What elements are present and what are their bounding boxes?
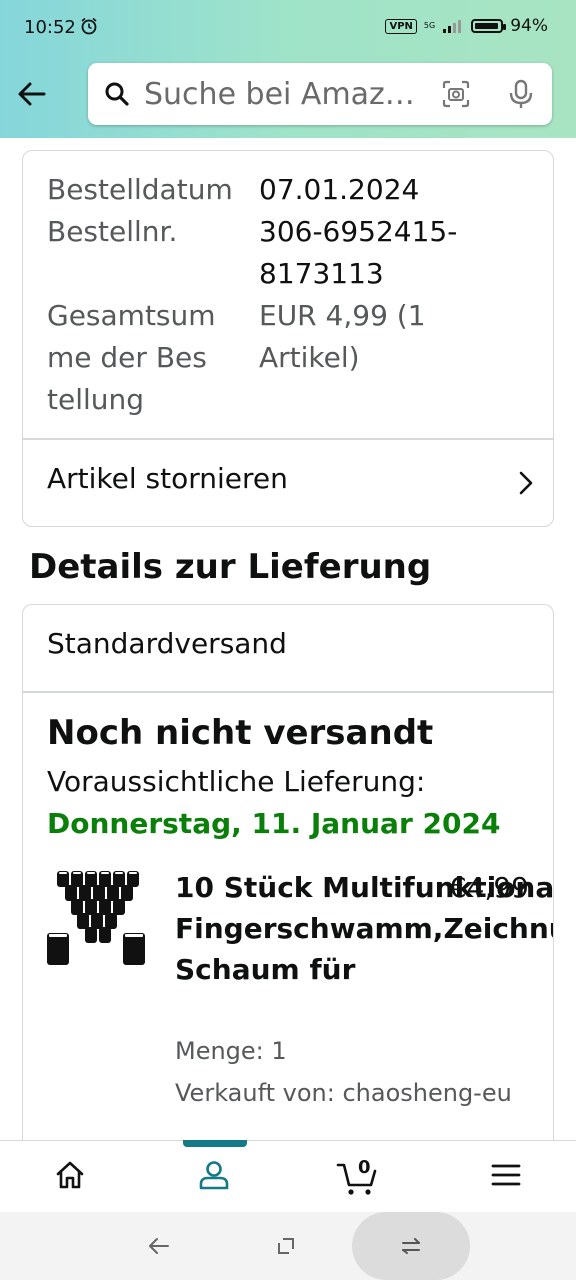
delivery-card: Standardversand Noch nicht versandt Vora… — [22, 604, 554, 1144]
system-recents-button[interactable] — [352, 1212, 470, 1280]
vpn-badge: VPN — [385, 18, 417, 34]
order-total-row: Gesamtsumme der Bestellung EUR 4,99 (1 A… — [47, 295, 543, 421]
cart-icon — [336, 1163, 377, 1195]
order-number-row: Bestellnr. 306-6952415-8173113 — [47, 211, 543, 295]
microphone-icon[interactable] — [508, 79, 534, 109]
camera-scan-icon[interactable] — [442, 80, 470, 108]
order-number-label: Bestellnr. — [47, 215, 178, 248]
network-label: 5G — [423, 21, 436, 30]
battery-percent: 94% — [510, 16, 548, 36]
search-input[interactable]: Suche bei Amaz… — [88, 63, 552, 125]
order-date-label: Bestelldatum — [47, 173, 233, 206]
search-placeholder: Suche bei Amaz… — [144, 77, 415, 112]
alarm-icon — [81, 17, 97, 35]
order-info: Bestelldatum 07.01.2024 Bestellnr. 306-6… — [47, 169, 543, 421]
order-date-value: 07.01.2024 — [259, 173, 420, 206]
menu-icon — [491, 1164, 521, 1186]
home-icon — [56, 1161, 84, 1189]
product-quantity: Menge: 1 — [175, 1037, 287, 1065]
signal-icon — [443, 20, 462, 33]
active-tab-indicator — [183, 1140, 247, 1147]
nav-menu[interactable] — [432, 1141, 576, 1213]
order-summary-card: Bestelldatum 07.01.2024 Bestellnr. 306-6… — [22, 150, 554, 527]
system-home-icon[interactable] — [275, 1235, 297, 1257]
cancel-items-label: Artikel stornieren — [47, 462, 288, 495]
product-seller: Verkauft von: chaosheng-eu — [175, 1079, 512, 1107]
shipment-status: Noch nicht versandt — [47, 713, 434, 753]
account-icon — [199, 1161, 229, 1190]
nav-home[interactable] — [0, 1141, 144, 1213]
cancel-items-button[interactable]: Artikel stornieren — [23, 440, 553, 526]
product-price: €4,99 — [448, 871, 529, 904]
system-back-icon[interactable] — [146, 1234, 172, 1258]
cart-count-badge: 0 — [358, 1157, 371, 1178]
bottom-nav — [0, 1140, 576, 1213]
shipping-method: Standardversand — [47, 627, 287, 660]
delivery-estimate-label: Voraussichtliche Lieferung: — [47, 765, 426, 798]
status-time: 10:52 — [24, 17, 76, 38]
order-number-value: 306-6952415-8173113 — [259, 215, 458, 290]
section-title: Details zur Lieferung — [29, 547, 432, 587]
status-indicators: VPN 5G 94% — [385, 16, 548, 36]
order-date-row: Bestelldatum 07.01.2024 — [47, 169, 543, 211]
nav-account[interactable] — [144, 1141, 288, 1213]
delivery-estimate-date: Donnerstag, 11. Januar 2024 — [47, 807, 501, 840]
system-nav-bar — [0, 1212, 576, 1280]
product-image[interactable] — [47, 867, 147, 971]
order-total-label: Gesamtsumme der Bestellung — [47, 299, 216, 416]
order-total-value: EUR 4,99 (1 Artikel) — [259, 299, 426, 374]
battery-icon — [471, 19, 507, 33]
search-icon — [105, 82, 129, 106]
chevron-right-icon — [519, 471, 533, 495]
recents-icon — [402, 1238, 420, 1254]
divider — [23, 691, 553, 693]
app-header: 10:52 VPN 5G 94% Suche bei Amaz… — [0, 0, 576, 138]
back-arrow-icon[interactable] — [16, 78, 48, 110]
